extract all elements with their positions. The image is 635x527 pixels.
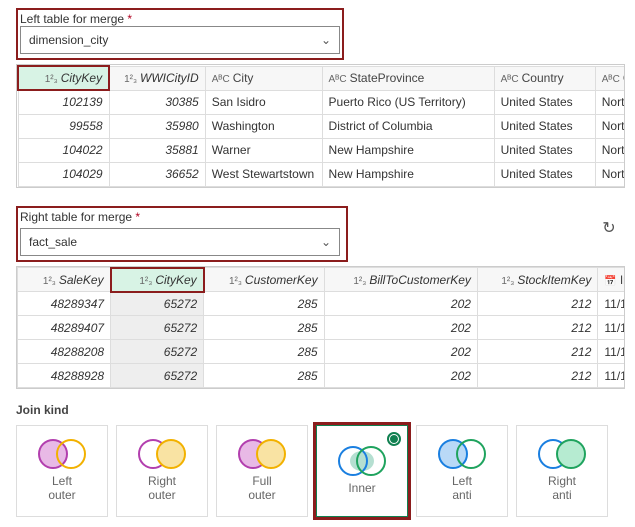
join-kind-label: Fullouter [248, 475, 275, 503]
join-kind-label: Join kind [16, 403, 625, 417]
left-table-grid[interactable]: 1²₃CityKey 1²₃WWICityID AᴮCCity AᴮCState… [16, 64, 625, 188]
right-table-grid[interactable]: 1²₃SaleKey 1²₃CityKey 1²₃CustomerKey 1²₃… [16, 266, 625, 390]
chevron-down-icon: ⌄ [321, 235, 331, 249]
col-salekey[interactable]: 1²₃SaleKey [18, 268, 111, 292]
table-row[interactable]: 10402235881WarnerNew HampshireUnited Sta… [18, 138, 625, 162]
join-kind-label: Rightanti [548, 475, 576, 503]
selected-radio-icon [387, 432, 401, 446]
venn-icon [438, 439, 486, 469]
table-row[interactable]: 482889286527228520221211/18/20 [18, 364, 626, 388]
col-billtocustomerkey[interactable]: 1²₃BillToCustomerKey [324, 268, 477, 292]
right-table-dropdown[interactable]: fact_sale ⌄ [20, 228, 340, 256]
col-city[interactable]: AᴮCCity [205, 66, 322, 90]
join-kind-full-outer[interactable]: Fullouter [216, 425, 308, 517]
col-citykey[interactable]: 1²₃CityKey [18, 66, 109, 90]
table-row[interactable]: 9955835980WashingtonDistrict of Columbia… [18, 114, 625, 138]
join-kind-inner[interactable]: Inner [316, 425, 408, 517]
col-country[interactable]: AᴮCCountry [494, 66, 595, 90]
table-row[interactable]: 482894076527228520221211/18/20 [18, 316, 626, 340]
refresh-left-button[interactable]: ↻ [599, 0, 619, 2]
join-kind-label: Leftouter [48, 475, 75, 503]
chevron-down-icon: ⌄ [321, 33, 331, 47]
col-stateprovince[interactable]: AᴮCStateProvince [322, 66, 494, 90]
col-invoicedate[interactable]: 📅InvoiceDa [598, 268, 625, 292]
col-citykey[interactable]: 1²₃CityKey [111, 268, 204, 292]
venn-icon [538, 439, 586, 469]
col-wwicityid[interactable]: 1²₃WWICityID [109, 66, 205, 90]
join-kind-right-outer[interactable]: Rightouter [116, 425, 208, 517]
left-table-selected: dimension_city [29, 33, 108, 47]
join-kind-label: Rightouter [148, 475, 176, 503]
join-kind-label: Leftanti [452, 475, 472, 503]
refresh-right-button[interactable]: ↻ [599, 218, 619, 238]
col-stockitemkey[interactable]: 1²₃StockItemKey [477, 268, 597, 292]
table-row[interactable]: 482882086527228520221211/18/20 [18, 340, 626, 364]
table-row[interactable]: 482893476527228520221211/18/20 [18, 292, 626, 316]
col-customerkey[interactable]: 1²₃CustomerKey [204, 268, 324, 292]
venn-icon [138, 439, 186, 469]
left-table-dropdown[interactable]: dimension_city ⌄ [20, 26, 340, 54]
table-header-row: 1²₃SaleKey 1²₃CityKey 1²₃CustomerKey 1²₃… [18, 268, 626, 292]
venn-icon [38, 439, 86, 469]
col-continent[interactable]: AᴮCContinent [595, 66, 625, 90]
venn-icon [338, 446, 386, 476]
venn-icon [238, 439, 286, 469]
join-kind-right-anti[interactable]: Rightanti [516, 425, 608, 517]
table-row[interactable]: 10213930385San IsidroPuerto Rico (US Ter… [18, 90, 625, 114]
join-kind-left-anti[interactable]: Leftanti [416, 425, 508, 517]
join-kind-left-outer[interactable]: Leftouter [16, 425, 108, 517]
table-header-row: 1²₃CityKey 1²₃WWICityID AᴮCCity AᴮCState… [18, 66, 625, 90]
join-kind-label: Inner [348, 482, 375, 496]
right-table-label: Right table for merge * [20, 210, 340, 224]
table-row[interactable]: 10402936652West StewartstownNew Hampshir… [18, 162, 625, 186]
right-table-selected: fact_sale [29, 235, 77, 249]
left-table-label: Left table for merge * [18, 10, 342, 26]
